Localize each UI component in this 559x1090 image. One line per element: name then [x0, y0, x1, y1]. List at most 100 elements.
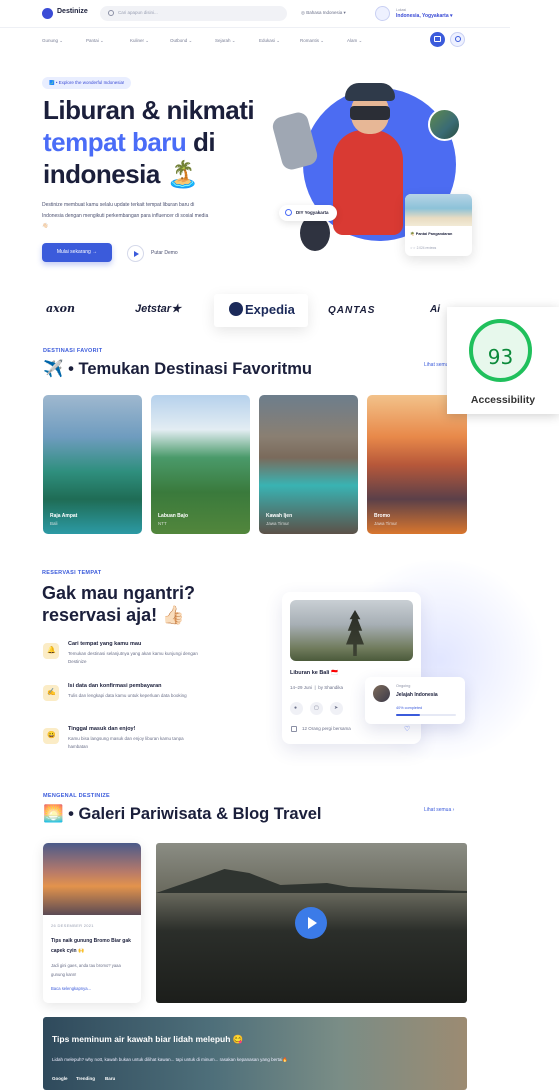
send-icon-button[interactable]: ➤ — [330, 702, 343, 715]
location-pill[interactable]: DIY Yogyakarta — [279, 205, 337, 221]
destination-location: NTT — [158, 521, 167, 526]
chevron-down-icon: ▾ — [342, 10, 346, 15]
destination-preview-card[interactable]: 🌴 Pantai Pangandaran ☆☆ 2.024 reviews — [405, 194, 472, 256]
chevron-down-icon: ⌄ — [358, 38, 363, 43]
video-player[interactable] — [156, 843, 467, 1003]
nav-item-gunung[interactable]: Gunung ⌄ — [42, 38, 86, 44]
progress-fill — [396, 714, 420, 716]
expedia-plane-icon — [229, 302, 243, 316]
profile-button[interactable] — [450, 32, 465, 47]
play-button[interactable] — [295, 907, 327, 939]
reservation-title-line-1: Gak mau ngantri? — [42, 583, 196, 603]
step-title: Tinggal masuk dan enjoy! — [68, 726, 136, 732]
step-description: Kamu bisa langsung masuk dan enjoy libur… — [68, 736, 184, 749]
read-more-link[interactable]: Baca selengkapnya... — [51, 986, 91, 991]
tag-trending[interactable]: Trending — [76, 1076, 95, 1081]
pagoda-illustration — [346, 610, 364, 656]
destination-card[interactable]: Bromo Jawa Timur — [367, 395, 467, 534]
reservation-title-line-2: reservasi aja! 👍🏻 — [42, 605, 185, 625]
map-icon-button[interactable]: ▢ — [310, 702, 323, 715]
destination-location: Jawa Timur — [374, 521, 398, 526]
favorites-title: ✈️ • Temukan Destinasi Favoritmu — [43, 360, 312, 378]
nav-item-sejarah[interactable]: Sejarah ⌄ — [215, 38, 259, 44]
see-all-label: Lihat semua — [424, 807, 452, 813]
chevron-down-icon: ▾ — [450, 13, 453, 19]
chevron-down-icon: ⌄ — [59, 38, 64, 43]
avatar — [373, 685, 390, 702]
chevron-down-icon: ⌄ — [100, 38, 104, 43]
favorites-eyebrow: DESTINASI FAVORIT — [43, 348, 103, 354]
cart-button[interactable] — [430, 32, 445, 47]
chevron-down-icon: ⌄ — [188, 38, 193, 43]
beach-card-title: 🌴 Pantai Pangandaran — [410, 232, 453, 236]
play-icon — [308, 917, 317, 929]
location-value: Indonesia, Yogyakarta — [396, 13, 449, 19]
accessibility-score: 93 — [487, 345, 514, 369]
chevron-right-icon: › — [452, 807, 455, 813]
destination-name: Raja Ampat — [50, 513, 78, 519]
nav-item-kuliner[interactable]: Kuliner ⌄ — [130, 38, 170, 44]
destination-thumbnail — [428, 108, 461, 141]
partner-logo-qantas: QANTAS — [328, 305, 376, 316]
nav-item-edukasi[interactable]: Edukasi ⌄ — [259, 38, 300, 44]
search-input[interactable]: Cari apapun disini... — [100, 6, 287, 21]
chevron-down-icon: ⌄ — [145, 38, 150, 43]
nav-label: Pantai — [86, 38, 99, 43]
writing-hand-icon: ✍️ — [43, 685, 59, 701]
logo-icon[interactable] — [42, 8, 53, 19]
leaf-icon-button[interactable]: ● — [290, 702, 303, 715]
mountain-silhouette — [156, 869, 467, 893]
nav-label: Edukasi — [259, 38, 276, 43]
heart-icon[interactable]: ♡ — [404, 725, 410, 733]
trip-meta: 14–29 Juni | by Shandika — [290, 685, 343, 690]
beach-card-reviews: ☆☆ 2.024 reviews — [410, 246, 437, 250]
location-selector[interactable]: Indonesia, Yogyakarta ▾ — [396, 13, 453, 19]
nav-item-alam[interactable]: Alam ⌄ — [347, 38, 377, 44]
step-title: Cari tempat yang kamu mau — [68, 641, 142, 647]
nav-item-romantis[interactable]: Romantis ⌄ — [300, 38, 347, 44]
language-label: Bahasa Indonesia — [306, 10, 343, 15]
destination-name: Kawah Ijen — [266, 513, 293, 519]
score-ring: 93 — [469, 319, 532, 382]
beach-image — [405, 194, 472, 226]
destination-card[interactable]: Kawah Ijen Jawa Timur — [259, 395, 358, 534]
binoculars-illustration — [350, 106, 390, 120]
progress-bar — [396, 714, 456, 716]
step-description: Tulis dan lengkapi data kamu untuk keper… — [68, 693, 187, 698]
ongoing-title: Jelajah Indonesia — [396, 692, 438, 698]
nav-label: Sejarah — [215, 38, 231, 43]
blog-title: Tips naik gunung Bromo Biar gak capek cy… — [51, 938, 131, 954]
blog-image — [43, 843, 141, 915]
play-demo-button[interactable] — [127, 245, 144, 262]
destination-card[interactable]: Raja Ampat Bali — [43, 395, 142, 534]
category-nav: Gunung ⌄ Pantai ⌄ Kuliner ⌄ Outbond ⌄ Se… — [42, 38, 377, 44]
blog-card[interactable]: 26 DESEMBER 2021 Tips naik gunung Bromo … — [43, 843, 141, 1003]
ongoing-trip-card[interactable]: Ongoing Jelajah Indonesia 40% completed — [365, 677, 465, 724]
start-now-button[interactable]: Mulai sekarang → — [42, 243, 112, 262]
tag-baru[interactable]: Baru — [105, 1076, 115, 1081]
bell-icon: 🔔 — [43, 643, 59, 659]
ongoing-label: Ongoing — [396, 684, 411, 688]
location-pin-icon[interactable] — [375, 6, 390, 21]
trip-meta-separator: | — [314, 685, 316, 690]
location-label: Lokasi — [396, 8, 407, 12]
featured-article-banner[interactable]: Tips meminum air kawah biar lidah melepu… — [43, 1017, 467, 1090]
hero-tag: 🗾 • Explore the wonderful Indonesia! — [42, 77, 132, 89]
chevron-down-icon: ⌄ — [231, 38, 236, 43]
destination-location: Jawa Timur — [266, 521, 290, 526]
language-selector[interactable]: ◎ Bahasa Indonesia ▾ — [301, 10, 346, 16]
smile-icon: 😀 — [43, 728, 59, 744]
nav-item-pantai[interactable]: Pantai ⌄ — [86, 38, 130, 44]
play-demo-label[interactable]: Putar Demo — [151, 250, 178, 256]
nav-item-outbond[interactable]: Outbond ⌄ — [170, 38, 215, 44]
nav-label: Romantis — [300, 38, 320, 43]
tag-google[interactable]: Google — [52, 1076, 68, 1081]
accessibility-score-badge: 93 Accessibility — [447, 307, 559, 414]
destination-card[interactable]: Labuan Bajo NTT — [151, 395, 250, 534]
chevron-down-icon: ⌄ — [276, 38, 281, 43]
chevron-down-icon: ⌄ — [320, 38, 325, 43]
traveler-jacket-illustration — [333, 130, 403, 235]
trip-title: Liburan ke Bali 🇮🇩 — [290, 670, 338, 676]
brand-name[interactable]: Destinize — [57, 8, 88, 15]
gallery-see-all-link[interactable]: Lihat semua › — [424, 807, 454, 813]
